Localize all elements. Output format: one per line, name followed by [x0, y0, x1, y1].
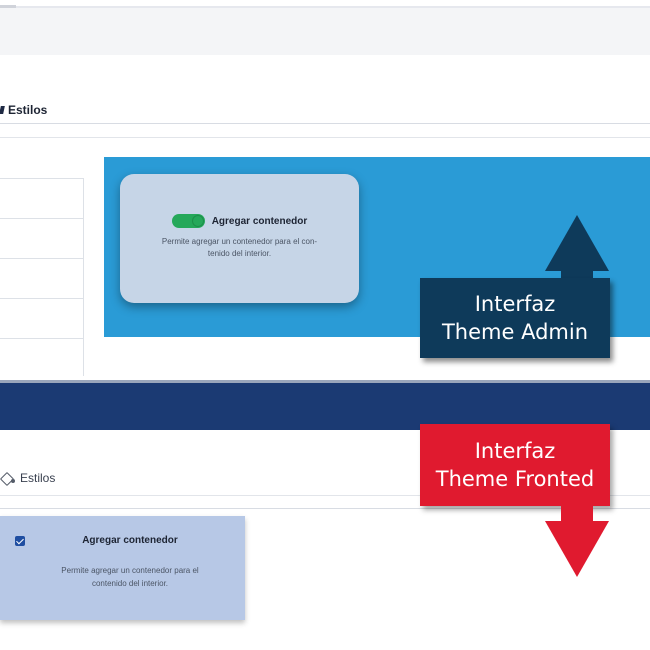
- arrow-up-icon: [545, 215, 609, 271]
- list-item[interactable]: [0, 339, 83, 378]
- toggle-switch[interactable]: [171, 214, 205, 228]
- tab-estilos-admin[interactable]: Estilos: [0, 98, 47, 122]
- tab-estilos-front[interactable]: Estilos: [0, 468, 55, 488]
- checkbox[interactable]: [15, 536, 25, 546]
- brush-icon: [0, 104, 6, 116]
- callout-line: Theme Fronted: [435, 467, 595, 491]
- callout-theme-admin: Interfaz Theme Admin: [420, 278, 610, 358]
- arrow-down-icon: [545, 521, 609, 577]
- option-title: Agregar contenedor: [82, 535, 178, 546]
- paint-bucket-icon: [0, 472, 15, 484]
- section-divider-band: [0, 383, 650, 430]
- divider: [0, 123, 650, 124]
- list-item[interactable]: [0, 219, 83, 259]
- side-list: [0, 178, 84, 376]
- divider: [0, 508, 650, 509]
- tab-label: Estilos: [8, 103, 48, 117]
- front-option-card: Agregar contenedor Permite agregar un co…: [0, 516, 245, 620]
- callout-line: Interfaz: [474, 439, 556, 463]
- top-header-mark: [0, 5, 16, 8]
- top-divider: [0, 6, 650, 8]
- callout-line: Theme Admin: [441, 320, 589, 344]
- option-description: Permite agregar un contenedor para el co…: [161, 237, 318, 258]
- option-title: Agregar contenedor: [211, 215, 308, 227]
- divider: [0, 137, 650, 138]
- admin-option-card: Agregar contenedor Permite agregar un co…: [120, 174, 359, 303]
- option-description: Permite agregar un contenedor para el co…: [61, 566, 199, 588]
- callout-theme-fronted: Interfaz Theme Fronted: [420, 424, 610, 506]
- list-item[interactable]: [0, 179, 83, 219]
- list-item[interactable]: [0, 259, 83, 299]
- tab-label: Estilos: [20, 471, 56, 485]
- callout-line: Interfaz: [474, 292, 556, 316]
- top-header-bar: [0, 8, 650, 55]
- list-item[interactable]: [0, 299, 83, 339]
